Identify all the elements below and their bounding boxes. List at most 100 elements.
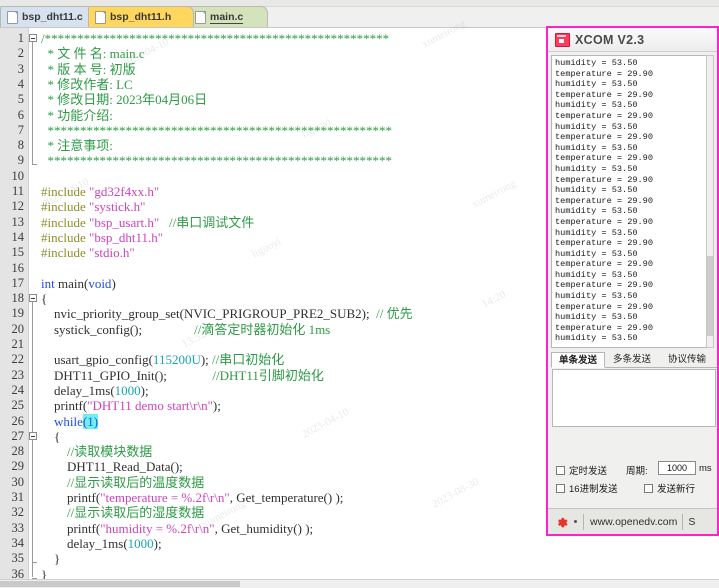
code-line: //读取模块数据 bbox=[41, 444, 153, 460]
code-line: nvic_priority_group_set(NVIC_PRIGROUP_PR… bbox=[41, 306, 413, 322]
code-line: #include "systick.h" bbox=[41, 199, 146, 215]
scrollbar-thumb[interactable] bbox=[707, 256, 713, 336]
code-line: //显示读取后的湿度数据 bbox=[41, 505, 205, 521]
fold-range-end bbox=[32, 562, 37, 564]
line-number: 16 bbox=[11, 260, 25, 275]
terminal-line: humidity = 53.50 bbox=[555, 58, 638, 68]
file-icon bbox=[195, 10, 206, 24]
code-line: printf("DHT11 demo start\r\n"); bbox=[41, 398, 221, 414]
code-line: * 功能介绍: bbox=[41, 107, 113, 123]
file-icon bbox=[7, 10, 18, 24]
code-line: * 版 本 号: 初版 bbox=[41, 61, 136, 77]
terminal-line: humidity = 53.50 bbox=[555, 142, 638, 153]
tab-protocol-transfer[interactable]: 协议传输 bbox=[659, 352, 715, 368]
terminal-line: humidity = 53.50 bbox=[555, 206, 638, 217]
xcom-title-bar[interactable]: XCOM V2.3 bbox=[548, 28, 717, 52]
xcom-title-label: XCOM V2.3 bbox=[575, 32, 645, 47]
code-line: * 修改日期: 2023年04月06日 bbox=[41, 92, 208, 108]
terminal-line: temperature = 29.90 bbox=[555, 259, 653, 270]
terminal-line: humidity = 53.50 bbox=[555, 121, 638, 132]
fold-toggle-icon[interactable] bbox=[29, 34, 37, 42]
line-number: 12 bbox=[11, 199, 25, 214]
send-text-input[interactable] bbox=[552, 369, 716, 427]
timed-send-label: 定时发送 bbox=[569, 466, 608, 477]
line-number: 10 bbox=[11, 168, 25, 183]
xcom-serial-window[interactable]: XCOM V2.3 humidity = 53.50 temperature = … bbox=[546, 26, 719, 536]
terminal-line: humidity = 53.50 bbox=[555, 227, 638, 238]
code-line: /***************************************… bbox=[41, 31, 390, 46]
terminal-line: temperature = 29.90 bbox=[555, 301, 653, 312]
line-number: 28 bbox=[11, 444, 25, 459]
file-icon bbox=[95, 10, 106, 24]
code-line: printf("temperature = %.2f\r\n", Get_tem… bbox=[41, 490, 344, 505]
terminal-line: temperature = 29.90 bbox=[555, 280, 653, 291]
line-number: 23 bbox=[11, 367, 25, 382]
line-number: 2 bbox=[17, 46, 24, 61]
code-line: #include "bsp_usart.h" //串口调试文件 bbox=[41, 214, 255, 230]
horizontal-scrollbar[interactable] bbox=[0, 579, 719, 588]
line-number: 34 bbox=[11, 535, 25, 550]
code-line: int main(void) bbox=[41, 275, 116, 291]
status-tail-label: S bbox=[688, 515, 696, 528]
line-number: 14 bbox=[11, 229, 25, 244]
timed-send-option[interactable]: 定时发送 bbox=[556, 463, 607, 477]
newline-send-checkbox[interactable] bbox=[644, 483, 653, 493]
line-number: 31 bbox=[11, 490, 25, 504]
tab-single-send[interactable]: 单条发送 bbox=[551, 352, 605, 368]
terminal-line: temperature = 29.90 bbox=[555, 153, 653, 164]
line-number: 27 bbox=[11, 428, 25, 443]
tab-multi-send[interactable]: 多条发送 bbox=[606, 352, 658, 368]
code-line: { bbox=[41, 428, 61, 444]
code-line: usart_gpio_config(115200U); //串口初始化 bbox=[41, 352, 285, 368]
code-line: #include "bsp_dht11.h" bbox=[41, 229, 164, 245]
terminal-line: humidity = 53.50 bbox=[555, 185, 638, 196]
tab-bsp-dht11-h[interactable]: bsp_dht11.h bbox=[88, 6, 194, 27]
serial-output-terminal: humidity = 53.50 temperature = 29.90 humid… bbox=[551, 55, 711, 348]
horizontal-scrollbar-thumb[interactable] bbox=[0, 581, 240, 587]
line-number: 1 bbox=[17, 31, 24, 45]
line-number: 9 bbox=[17, 153, 24, 168]
code-line: ****************************************… bbox=[41, 153, 393, 169]
line-number: 15 bbox=[11, 245, 25, 260]
terminal-line: humidity = 53.50 bbox=[555, 291, 638, 302]
hex-send-option[interactable]: 16进制发送 bbox=[556, 481, 618, 495]
line-number: 7 bbox=[17, 122, 24, 137]
terminal-line: temperature = 29.90 bbox=[555, 132, 653, 143]
line-number: 20 bbox=[11, 321, 25, 336]
line-number: 26 bbox=[11, 413, 25, 428]
terminal-line: temperature = 29.90 bbox=[555, 238, 653, 249]
terminal-line: temperature = 29.90 bbox=[555, 89, 653, 100]
code-line: #include "gd32f4xx.h" bbox=[41, 184, 160, 199]
fold-range-line bbox=[32, 42, 33, 165]
timed-send-checkbox[interactable] bbox=[556, 465, 565, 475]
fold-toggle-icon[interactable] bbox=[29, 431, 37, 440]
terminal-line: humidity = 53.50 bbox=[555, 269, 638, 280]
newline-send-option[interactable]: 发送新行 bbox=[644, 481, 695, 495]
fold-toggle-icon[interactable] bbox=[29, 294, 37, 303]
line-number: 6 bbox=[17, 107, 24, 122]
terminal-scrollbar[interactable] bbox=[706, 55, 714, 348]
line-number: 22 bbox=[11, 352, 25, 367]
tab-label: main.c bbox=[210, 10, 244, 24]
hex-send-checkbox[interactable] bbox=[556, 483, 565, 493]
period-label: 周期: bbox=[626, 466, 648, 477]
line-number: 24 bbox=[11, 382, 25, 397]
editor-tab-strip: bsp_dht11.c bsp_dht11.h main.c bbox=[0, 0, 719, 28]
terminal-line: humidity = 53.50 bbox=[555, 312, 638, 323]
tab-label: bsp_dht11.c bbox=[22, 11, 83, 23]
fold-range-end bbox=[32, 164, 37, 166]
line-number-gutter: 1 2 3 4 5 6 7 8 9 10 11 12 13 14 15 16 17 18 19 20 21 22 23 24 2… bbox=[0, 28, 28, 580]
code-line: while(1) bbox=[54, 413, 99, 429]
code-line: } bbox=[41, 551, 61, 567]
terminal-line: temperature = 29.90 bbox=[555, 174, 653, 185]
openedv-url-label[interactable]: www.openedv.com bbox=[590, 516, 677, 528]
line-number: 11 bbox=[11, 184, 24, 198]
code-line: delay_1ms(1000); bbox=[41, 382, 149, 398]
gear-icon[interactable] bbox=[555, 515, 568, 528]
line-number: 21 bbox=[11, 337, 25, 351]
tab-main-c[interactable]: main.c bbox=[188, 6, 268, 27]
status-divider bbox=[583, 513, 584, 530]
code-folding-column[interactable] bbox=[29, 28, 41, 580]
tab-bsp-dht11-c[interactable]: bsp_dht11.c bbox=[0, 6, 94, 27]
period-input[interactable]: 1000 bbox=[658, 461, 696, 475]
